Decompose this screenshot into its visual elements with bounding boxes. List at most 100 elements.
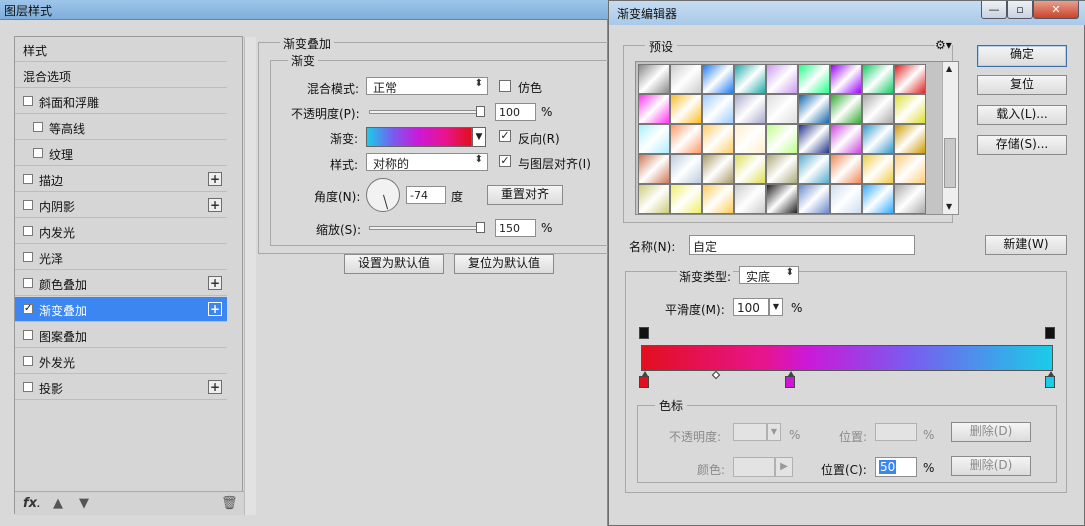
scale-slider[interactable] [369,226,485,230]
presets-scrollbar[interactable]: ▲ ▼ [942,62,958,214]
dither-checkbox[interactable] [499,80,511,92]
preset-swatch[interactable] [702,154,734,184]
style-item-6[interactable]: 内发光 [15,219,227,244]
preset-swatch[interactable] [766,124,798,154]
preset-swatch[interactable] [894,154,926,184]
preset-swatch[interactable] [702,94,734,124]
styles-header[interactable]: 样式 [15,37,227,62]
preset-swatch[interactable] [734,184,766,214]
preset-swatch[interactable] [830,124,862,154]
gradient-dropdown-icon[interactable]: ▼ [472,127,486,147]
preset-swatch[interactable] [638,124,670,154]
scroll-down-icon[interactable]: ▼ [946,202,952,211]
scroll-thumb[interactable] [944,138,956,188]
preset-swatch[interactable] [734,124,766,154]
name-input[interactable]: 自定 [689,235,915,255]
stop-opacity-dropdown-icon[interactable]: ▼ [767,423,781,441]
preset-swatch[interactable] [638,94,670,124]
preset-swatch[interactable] [702,64,734,94]
preset-swatch[interactable] [766,64,798,94]
preset-swatch[interactable] [894,184,926,214]
preset-swatch[interactable] [638,184,670,214]
add-icon[interactable]: + [208,172,222,186]
style-item-4[interactable]: 描边 + [15,167,227,192]
opacity-stop-left[interactable] [639,327,649,339]
blend-mode-select[interactable]: 正常 ⬍ [366,77,488,95]
opacity-slider-handle[interactable] [476,106,485,117]
style-item-11[interactable]: 外发光 [15,349,227,374]
save-button[interactable]: 存储(S)... [977,135,1067,155]
opacity-stop-right[interactable] [1045,327,1055,339]
style-checkbox[interactable] [23,174,33,184]
preset-swatch[interactable] [894,124,926,154]
preset-swatch[interactable] [798,184,830,214]
angle-input[interactable]: -74 [406,186,446,204]
make-default-button[interactable]: 设置为默认值 [344,254,444,274]
reset-default-button[interactable]: 复位为默认值 [454,254,554,274]
reset-align-button[interactable]: 重置对齐 [487,185,563,205]
style-checkbox[interactable] [33,148,43,158]
preset-swatch[interactable] [702,184,734,214]
scroll-up-icon[interactable]: ▲ [946,64,952,73]
preset-swatch[interactable] [830,184,862,214]
preset-swatch[interactable] [670,124,702,154]
style-item-5[interactable]: 内阴影 + [15,193,227,218]
preset-swatch[interactable] [734,64,766,94]
preset-swatch[interactable] [830,154,862,184]
stop-opacity-input[interactable] [733,423,767,441]
style-checkbox[interactable]: ✓ [23,304,33,314]
color-stop-magenta[interactable] [785,371,795,388]
new-button[interactable]: 新建(W) [985,235,1067,255]
stop-position-input[interactable] [875,423,917,441]
preset-swatch[interactable] [798,154,830,184]
color-stop-cyan[interactable] [1045,371,1055,388]
fx-icon[interactable]: fx. [23,496,40,511]
preset-swatch[interactable] [830,64,862,94]
style-item-8[interactable]: 颜色叠加 + [15,271,227,296]
style-item-3[interactable]: 纹理 [15,141,227,166]
add-icon[interactable]: + [208,198,222,212]
blend-options-item[interactable]: 混合选项 [15,63,227,88]
minimize-icon[interactable]: — [981,1,1007,19]
opacity-slider[interactable] [369,110,485,114]
preset-swatch[interactable] [798,124,830,154]
style-checkbox[interactable] [23,252,33,262]
preset-swatch[interactable] [798,64,830,94]
preset-swatch[interactable] [862,64,894,94]
preset-swatch[interactable] [766,154,798,184]
color-swatch[interactable] [733,457,775,477]
preset-swatch[interactable] [862,154,894,184]
color-stop-red[interactable] [639,371,649,388]
style-item-1[interactable]: 斜面和浮雕 [15,89,227,114]
smoothness-dropdown-icon[interactable]: ▼ [769,298,783,316]
style-item-9[interactable]: ✓ 渐变叠加 + [15,297,227,322]
preset-swatch[interactable] [766,94,798,124]
style-item-10[interactable]: 图案叠加 [15,323,227,348]
angle-dial[interactable] [366,178,400,212]
preset-swatch[interactable] [670,94,702,124]
style-checkbox[interactable] [23,356,33,366]
style-item-2[interactable]: 等高线 [15,115,227,140]
maximize-icon[interactable]: ▫ [1007,1,1033,19]
preset-swatch[interactable] [670,184,702,214]
styles-list-scrollbar[interactable] [244,37,256,515]
preset-swatch[interactable] [702,124,734,154]
style-checkbox[interactable] [23,278,33,288]
preset-swatch[interactable] [862,94,894,124]
color-position-input[interactable]: 50 [875,457,917,477]
preset-swatch[interactable] [766,184,798,214]
ok-button[interactable]: 确定 [977,45,1067,67]
delete-opacity-stop-button[interactable]: 删除(D) [951,422,1031,442]
style-checkbox[interactable] [23,200,33,210]
color-menu-icon[interactable]: ▶ [775,457,793,477]
preset-swatch[interactable] [862,184,894,214]
style-checkbox[interactable] [23,382,33,392]
style-select[interactable]: 对称的 ⬍ [366,153,488,171]
preset-swatch[interactable] [894,94,926,124]
gradient-type-select[interactable]: 实底 ⬍ [739,266,799,284]
preset-swatch[interactable] [638,154,670,184]
add-icon[interactable]: + [208,380,222,394]
preset-swatch[interactable] [862,124,894,154]
style-checkbox[interactable] [23,330,33,340]
preset-swatch[interactable] [670,154,702,184]
